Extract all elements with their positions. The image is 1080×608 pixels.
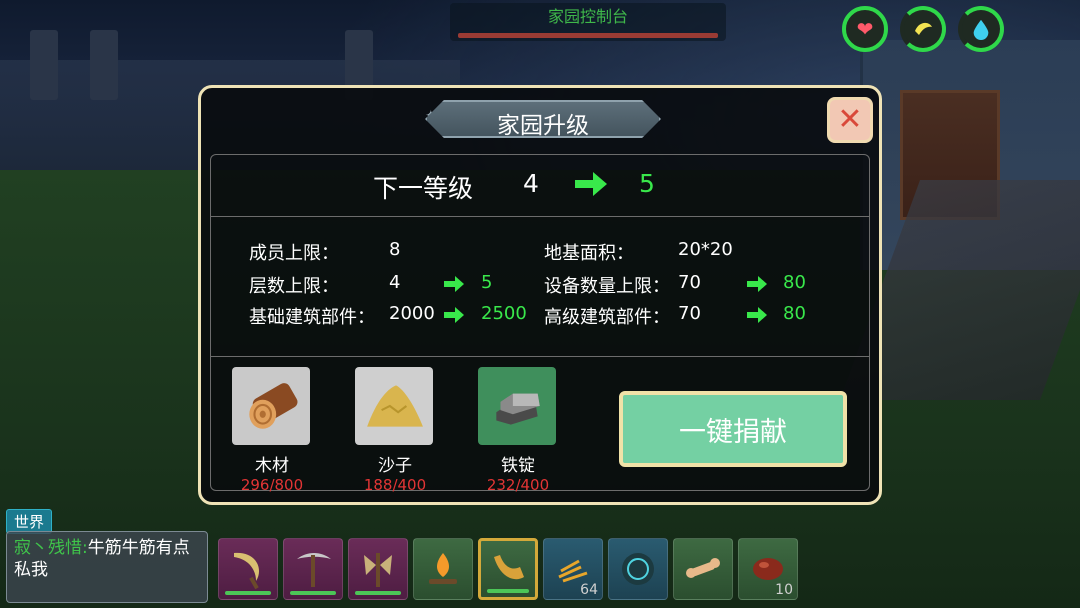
upgrade-panel: 下一等级 4 5 成员上限： 8 层数上限： 4 5 基础建筑部件： 2000 … — [210, 154, 870, 494]
orb-icon — [622, 553, 654, 585]
chat-username: 寂丶残惜 — [14, 538, 82, 558]
target-name: 家园控制台 — [547, 7, 628, 26]
hotbar-slot[interactable] — [673, 538, 733, 600]
level-row: 下一等级 4 5 — [211, 155, 869, 217]
arrow-right-icon — [747, 276, 767, 292]
stat-next-value: 5 — [481, 272, 493, 293]
current-level: 4 — [523, 169, 539, 198]
hotbar-slot[interactable] — [348, 538, 408, 600]
close-button[interactable]: ✕ — [827, 97, 873, 143]
water-drop-icon — [958, 6, 1004, 52]
stat-next-value: 80 — [783, 272, 806, 293]
next-level: 5 — [639, 169, 655, 198]
stat-label: 设备数量上限： — [544, 276, 670, 297]
stats-section: 成员上限： 8 层数上限： 4 5 基础建筑部件： 2000 2500 地基面积… — [211, 217, 869, 357]
stat-value: 20*20 — [678, 239, 733, 260]
stat-label: 基础建筑部件： — [249, 307, 375, 328]
chat-box[interactable]: 寂丶残惜:牛筋牛筋有点私我 — [6, 531, 208, 603]
stat-label: 成员上限： — [249, 243, 339, 264]
resource-count: 188/400 — [363, 476, 427, 494]
target-info-bar: 家园控制台 — [450, 3, 726, 41]
hotbar-slot-selected[interactable] — [478, 538, 538, 600]
item-count: 10 — [775, 582, 793, 598]
home-upgrade-dialog: ✦ 家园升级 ✕ 下一等级 4 5 成员上限： 8 层数上限： 4 5 基础建筑… — [198, 85, 882, 505]
resource-item: 沙子 188/400 — [355, 367, 435, 494]
wood-log-icon — [232, 367, 310, 445]
heart-icon: ❤ — [842, 6, 888, 52]
hotbar-slot[interactable] — [218, 538, 278, 600]
scene-pillar — [30, 30, 58, 100]
bone-icon — [686, 558, 720, 578]
sickle-icon — [234, 552, 260, 590]
durability-bar — [225, 591, 271, 595]
hotbar-slot[interactable] — [608, 538, 668, 600]
arrow-right-icon — [575, 172, 607, 196]
pickaxe-icon — [297, 553, 331, 587]
stat-next-value: 80 — [783, 303, 806, 324]
stat-label: 高级建筑部件： — [544, 307, 670, 328]
battle-axe-icon — [364, 553, 392, 587]
resource-name: 木材 — [255, 456, 289, 476]
resource-count: 296/800 — [240, 476, 304, 494]
hotbar-slot[interactable] — [413, 538, 473, 600]
scene-pillar — [90, 30, 118, 100]
resources-section: 木材 296/800 沙子 188/400 铁锭 232/400 一键捐献 — [211, 357, 869, 494]
iron-ingot-icon — [478, 367, 556, 445]
arrow-right-icon — [444, 276, 464, 292]
resource-name: 铁锭 — [501, 456, 535, 476]
title-plate: 家园升级 — [425, 100, 661, 138]
hotbar: 64 10 — [218, 538, 798, 600]
resource-item: 铁锭 232/400 — [478, 367, 558, 494]
hotbar-slot[interactable] — [283, 538, 343, 600]
stat-value: 2000 — [389, 303, 435, 324]
resource-count: 232/400 — [486, 476, 550, 494]
stat-value: 4 — [389, 272, 401, 293]
sand-pile-icon — [355, 367, 433, 445]
target-health-bar — [458, 33, 718, 38]
resource-name: 沙子 — [378, 456, 412, 476]
durability-bar — [290, 591, 336, 595]
player-status: ❤ — [842, 6, 1004, 52]
horn-icon — [494, 555, 524, 580]
stat-value: 70 — [678, 272, 701, 293]
stat-label: 层数上限： — [249, 276, 339, 297]
durability-bar — [487, 589, 529, 593]
hotbar-slot[interactable]: 10 — [738, 538, 798, 600]
resource-item: 木材 296/800 — [232, 367, 312, 494]
durability-bar — [355, 591, 401, 595]
next-level-label: 下一等级 — [373, 174, 474, 203]
arrow-right-icon — [444, 307, 464, 323]
dialog-title: 家园升级 — [497, 113, 589, 139]
hotbar-slot[interactable]: 64 — [543, 538, 603, 600]
arrow-right-icon — [747, 307, 767, 323]
stat-label: 地基面积： — [544, 243, 634, 264]
stat-value: 70 — [678, 303, 701, 324]
food-icon — [900, 6, 946, 52]
stat-next-value: 2500 — [481, 303, 527, 324]
donate-all-button[interactable]: 一键捐献 — [619, 391, 847, 467]
item-count: 64 — [580, 582, 598, 598]
close-icon: ✕ — [837, 102, 863, 137]
stat-value: 8 — [389, 239, 401, 260]
campfire-icon — [429, 553, 457, 584]
